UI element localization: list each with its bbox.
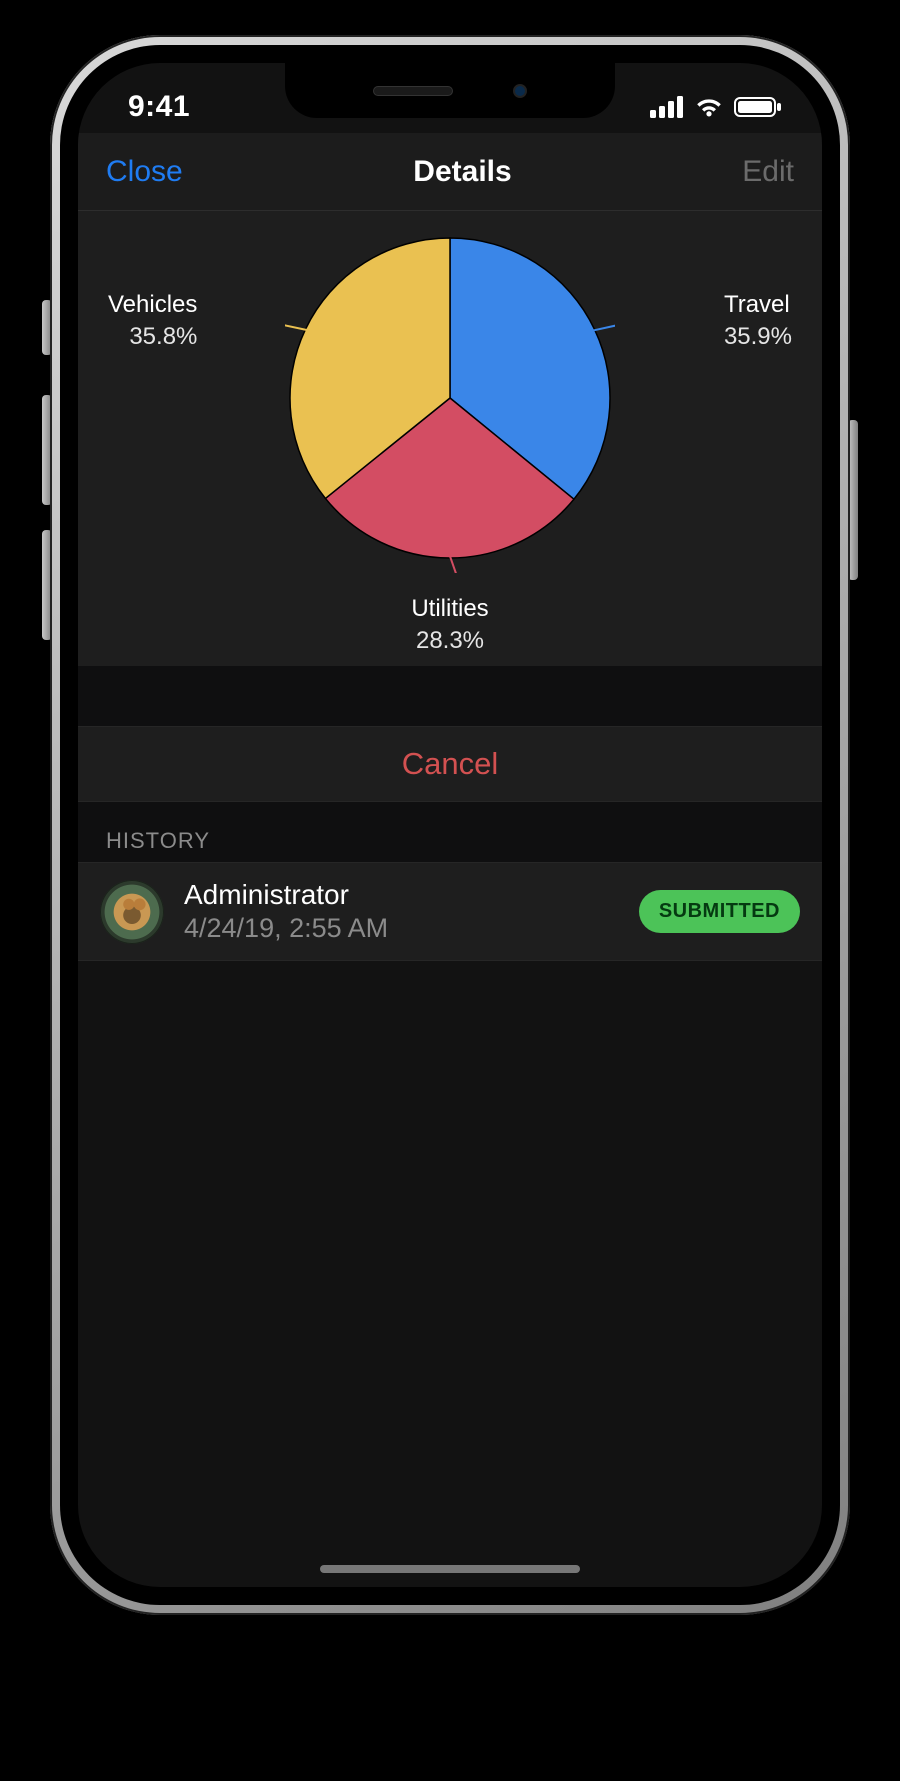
history-header: HISTORY [78,802,822,868]
edit-button[interactable]: Edit [742,155,794,189]
pie-label-travel: Travel 35.9% [724,289,792,354]
pie-label-travel-name: Travel [724,291,790,318]
front-camera [513,84,527,98]
spacer [78,666,822,726]
battery-icon [734,96,782,118]
pie-label-vehicles-name: Vehicles [108,291,197,318]
history-row[interactable]: Administrator 4/24/19, 2:55 AM SUBMITTED [78,862,822,961]
pie-label-utilities: Utilities 28.3% [411,593,488,658]
history-text: Administrator 4/24/19, 2:55 AM [184,879,619,944]
wifi-icon [694,96,724,118]
nav-bar: Close Details Edit [78,133,822,211]
status-icons [650,96,782,118]
avatar [100,880,164,944]
pie-label-travel-pct: 35.9% [724,323,792,350]
pie-chart-panel: Travel 35.9% Utilities 28.3% Vehicles 35… [78,211,822,666]
pie-label-vehicles: Vehicles 35.8% [108,289,197,354]
pie-label-utilities-pct: 28.3% [416,627,484,654]
status-badge: SUBMITTED [639,890,800,933]
pie-label-vehicles-pct: 35.8% [129,323,197,350]
history-user-name: Administrator [184,879,619,911]
cancel-button[interactable]: Cancel [78,726,822,802]
phone-bezel: 9:41 [60,45,840,1605]
close-button[interactable]: Close [106,155,183,189]
cancel-label: Cancel [402,746,499,782]
phone-frame: 9:41 [50,35,850,1615]
screen: 9:41 [78,63,822,1587]
cellular-icon [650,96,684,118]
pie-chart [285,233,615,578]
speaker-grille [373,86,453,96]
home-indicator[interactable] [320,1565,580,1573]
spacer: HISTORY [78,802,822,862]
history-timestamp: 4/24/19, 2:55 AM [184,913,619,944]
pie-label-utilities-name: Utilities [411,595,488,622]
page-title: Details [413,155,511,189]
notch [285,63,615,118]
status-time: 9:41 [128,90,190,124]
